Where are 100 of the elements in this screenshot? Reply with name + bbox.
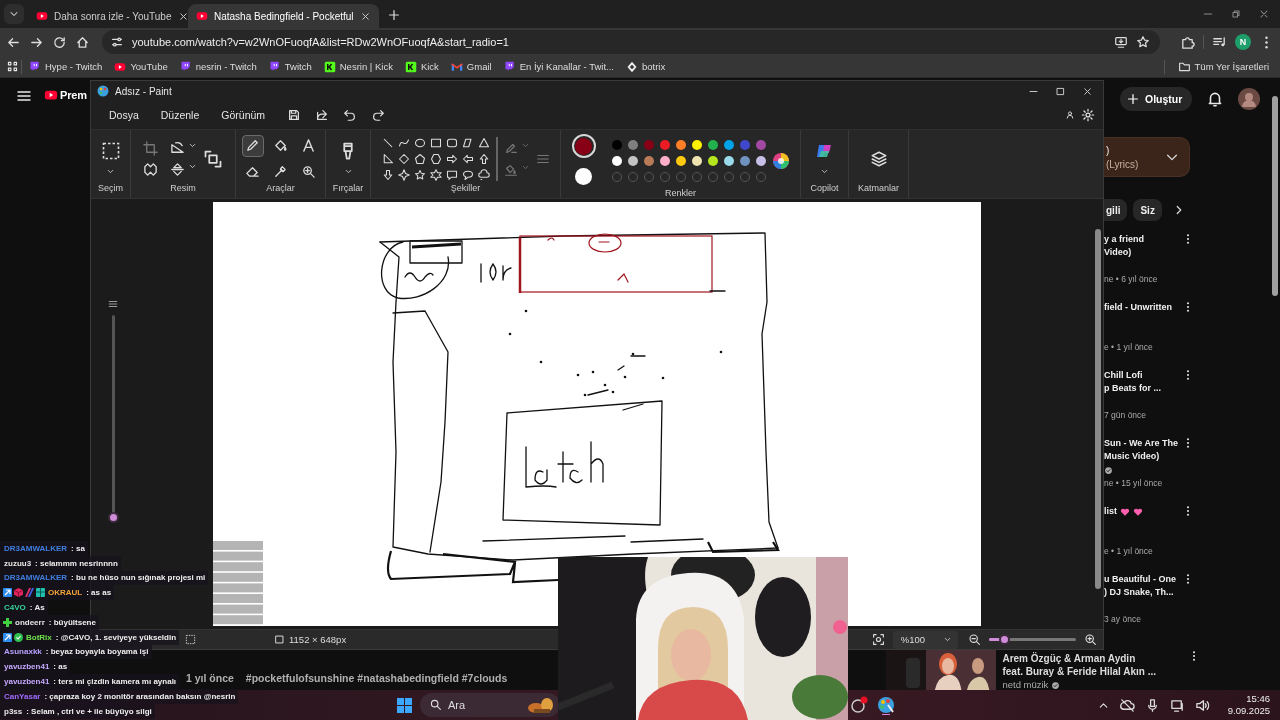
color-swatch[interactable] [691,140,702,150]
bookmark[interactable]: En İyi Kanallar - Twit... [498,58,619,75]
menu-item[interactable]: Dosya [101,105,147,125]
right-arrow-shape-icon[interactable] [445,152,458,165]
new-tab-icon[interactable] [386,8,401,22]
slider-thumb[interactable] [107,512,119,523]
bookmark[interactable]: Kick [399,58,444,75]
avatar-icon[interactable] [1238,88,1261,110]
address-bar[interactable]: youtube.com/watch?v=w2WnOFuoqfA&list=RDw2WnOFuoqfA&start_radio=1 [102,30,1160,54]
curve-shape-icon[interactable] [397,136,410,149]
diamond-shape-icon[interactable] [397,152,410,165]
person-icon[interactable] [1065,110,1075,120]
playlist-card[interactable]: ) (Lyrics) [1104,137,1190,177]
crop-icon[interactable] [143,140,158,156]
flip-icon[interactable] [170,161,185,177]
video-entry[interactable]: field - Unwritten e • 1 yıl önce [1104,301,1182,369]
video-title[interactable]: field - Unwritten [1104,301,1172,314]
selection-icon[interactable] [100,141,121,161]
color-swatch[interactable] [611,156,622,166]
down-arrow-shape-icon[interactable] [381,168,394,181]
cloud-off-icon[interactable] [1119,697,1135,713]
pentagon-shape-icon[interactable] [413,152,426,165]
rotate-icon[interactable] [170,140,185,156]
install-icon[interactable] [1114,35,1128,49]
video-entry[interactable]: Sun - We Are The Music Video) ne • 15 yıl önce [1104,437,1182,505]
browser-tab[interactable]: Daha sonra izle - YouTube [28,4,184,28]
zoom-dropdown[interactable]: %100 [892,630,958,649]
bookmark[interactable]: YouTube [109,58,173,75]
star-shape-icon[interactable] [413,168,426,181]
color-swatch[interactable] [611,140,622,150]
cloud-callout-shape-icon[interactable] [477,168,490,181]
video-title[interactable]: Sun - We Are The [1104,437,1178,450]
four-point-star-shape-icon[interactable] [397,168,410,181]
save-icon[interactable] [287,108,302,122]
video-title[interactable]: ) DJ Snake, Th... [1104,586,1174,599]
rounded-rectangle-shape-icon[interactable] [445,136,458,149]
paint-app-icon[interactable] [876,695,896,715]
video-title[interactable]: Video) [1104,246,1132,259]
caret-icon[interactable] [343,167,353,176]
apps-icon[interactable] [6,60,19,73]
filter-chip[interactable]: Siz [1133,199,1162,221]
menu-icon[interactable] [16,88,32,104]
recording-icon[interactable] [850,696,868,714]
site-info-icon[interactable] [110,35,124,49]
video-entry[interactable]: u Beautiful - One ) DJ Snake, Th... 3 ay önce [1104,573,1182,641]
video-title[interactable]: Music Video) [1104,450,1160,463]
video-entry[interactable]: list e • 1 yıl önce [1104,505,1182,573]
speaker-icon[interactable] [1194,697,1210,713]
remove-background-icon[interactable] [143,161,158,177]
layers-icon[interactable] [869,149,888,168]
zoom-in-icon[interactable] [1084,633,1097,646]
up-arrow-shape-icon[interactable] [477,152,490,165]
video-entry[interactable]: y a friend Video) ne • 6 yıl önce [1104,233,1182,301]
tab-search-button[interactable] [4,4,24,24]
browser-tab[interactable]: Natasha Bedingfield - Pocketful [188,4,379,28]
caret-icon[interactable] [820,167,829,176]
star-icon[interactable] [1136,35,1150,49]
filter-chip[interactable]: gili [1104,199,1128,221]
monitor-icon[interactable] [1169,697,1185,713]
line-shape-icon[interactable] [381,136,394,149]
close-icon[interactable] [177,10,189,22]
primary-color[interactable] [571,134,596,158]
color-swatch[interactable] [643,140,654,150]
caret-icon[interactable] [106,167,115,176]
color-swatch[interactable] [755,156,766,166]
bookmark[interactable]: Hype - Twitch [24,58,108,75]
six-point-star-shape-icon[interactable] [429,168,442,181]
color-swatch[interactable] [675,140,686,150]
video-title[interactable]: Arem Özgüç & Arman Aydin [1002,652,1156,665]
scrollbar-thumb[interactable] [1272,96,1278,296]
video-title[interactable]: u Beautiful - One [1104,573,1176,586]
close-icon[interactable] [359,10,371,22]
video-entry[interactable]: Chill Lofi p Beats for ... 7 gün önce [1104,369,1182,437]
color-swatch[interactable] [643,156,654,166]
oval-shape-icon[interactable] [413,136,426,149]
menu-item[interactable]: Görünüm [213,105,274,125]
color-swatch[interactable] [755,140,766,150]
color-swatch[interactable] [659,140,670,150]
share-icon[interactable] [315,108,330,122]
bookmark[interactable]: Nesrin | Kick [318,58,398,75]
undo-icon[interactable] [343,108,358,122]
start-icon[interactable] [397,697,412,713]
restore-icon[interactable] [1230,8,1242,20]
color-swatch[interactable] [707,156,718,166]
menu-item[interactable]: Düzenle [152,105,208,125]
color-swatch[interactable] [723,156,734,166]
color-swatch[interactable] [707,140,718,150]
callout-shape-icon[interactable] [445,168,458,181]
bookmark[interactable]: Twitch [263,58,317,75]
color-wheel-icon[interactable] [771,152,790,170]
oval-callout-shape-icon[interactable] [461,168,474,181]
bookmark[interactable]: Tüm Yer İşaretleri [1172,58,1274,75]
bookmark[interactable]: botrix [621,58,671,75]
video-title[interactable]: feat. Buray & Feride Hilal Akın ... [1002,665,1156,678]
color-swatch[interactable] [691,156,702,166]
search-field[interactable]: Ara [420,693,560,717]
close-icon[interactable] [1258,8,1270,20]
video-title[interactable]: y a friend [1104,233,1144,246]
color-swatch[interactable] [739,156,750,166]
close-icon[interactable] [1082,85,1093,97]
